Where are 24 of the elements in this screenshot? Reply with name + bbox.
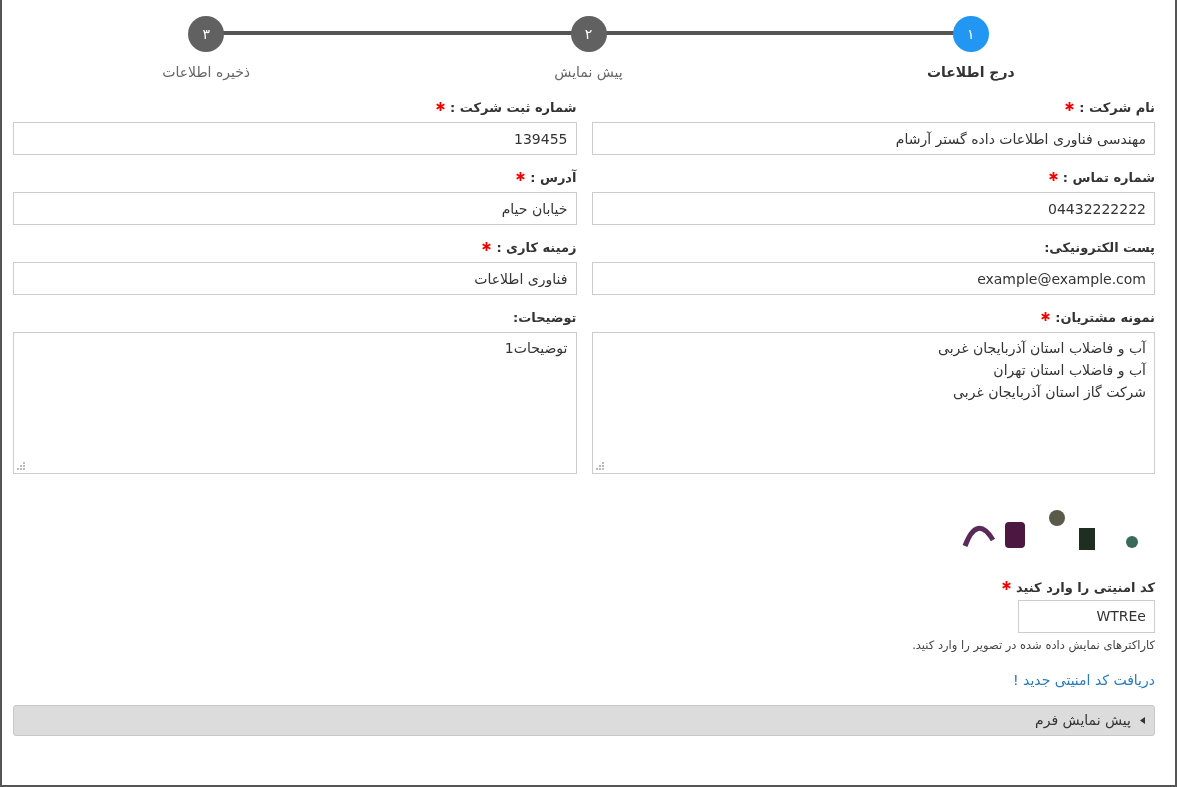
- field-label: پست الکترونیکی:: [1044, 239, 1155, 258]
- field-label: توضیحات:: [513, 309, 577, 328]
- new-code-link[interactable]: دریافت کد امنیتی جدید !: [1013, 669, 1155, 691]
- captcha-label: کد امنیتی را وارد کنید: [1015, 579, 1155, 597]
- input-field[interactable]: 04432222222: [591, 192, 1155, 225]
- field-label: شماره ثبت شرکت :: [450, 99, 577, 118]
- step-label: درج اطلاعات: [927, 63, 1015, 83]
- step-label: پیش نمایش: [554, 63, 623, 83]
- step-label: ذخیره اطلاعات: [162, 63, 251, 83]
- field-label: زمینه کاری :: [496, 239, 577, 258]
- input-field[interactable]: example@example.com: [591, 262, 1155, 295]
- field-label: نمونه مشتریان:: [1055, 309, 1155, 328]
- field-label: نام شرکت :: [1079, 99, 1155, 118]
- field-label: شماره تماس :: [1062, 169, 1155, 188]
- text-area[interactable]: آب و فاضلاب استان آذربایجان غربی آب و فاضلاب استان تهران شرکت گاز استان آذربایجان غربی: [591, 332, 1155, 474]
- help-text: کاراکترهای نمایش داده شده در تصویر را وارد کنید.: [912, 636, 1155, 654]
- input-field[interactable]: خیابان حیام: [13, 192, 577, 225]
- text-area[interactable]: توضیحات1: [13, 332, 577, 474]
- input-field[interactable]: مهندسی فناوری اطلاعات داده گستر آرشام: [591, 122, 1155, 155]
- captcha-input[interactable]: WTREe: [1018, 599, 1155, 633]
- input-field[interactable]: فناوری اطلاعات: [13, 262, 577, 295]
- preview-panel-header[interactable]: پیش نمایش فرم: [13, 704, 1155, 736]
- input-field[interactable]: 139455: [13, 122, 577, 155]
- field-label: آدرس :: [530, 168, 577, 188]
